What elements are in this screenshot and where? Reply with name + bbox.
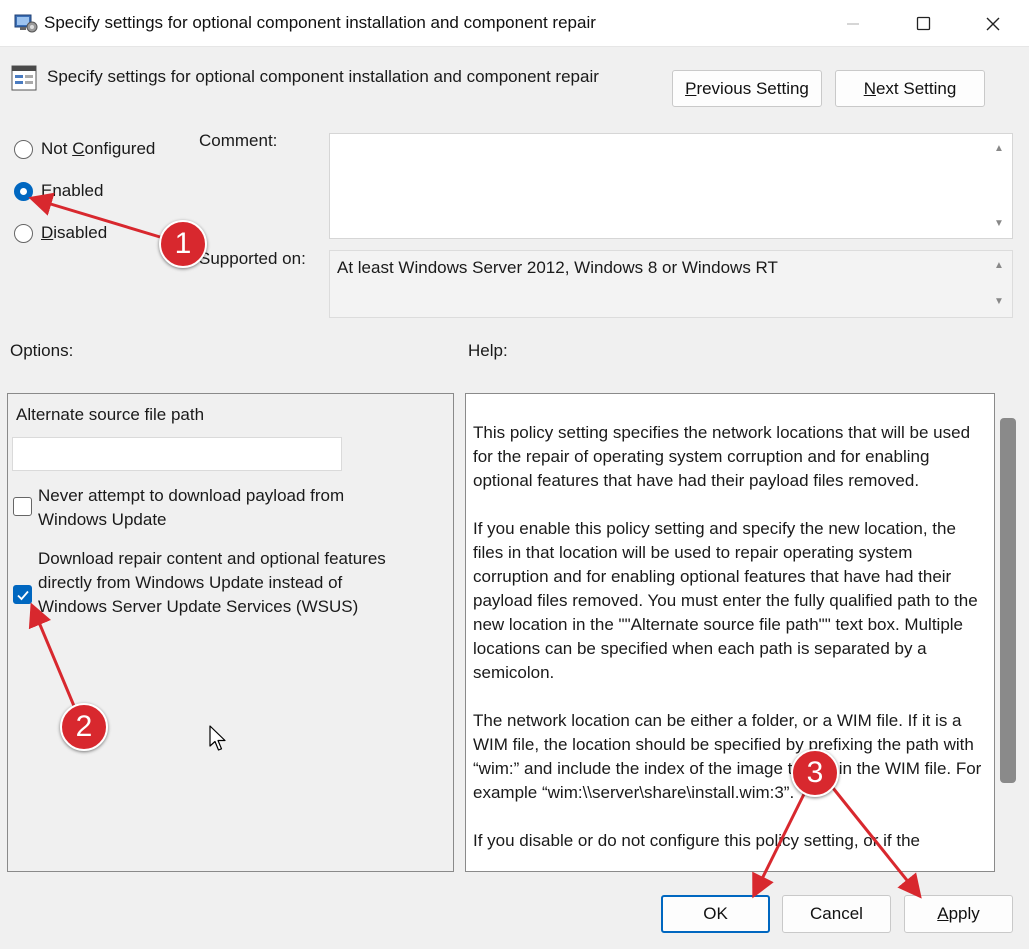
button-accelerator: P bbox=[685, 78, 697, 98]
supported-on-label: Supported on: bbox=[199, 249, 306, 268]
button-label: ext Setting bbox=[875, 78, 957, 98]
maximize-button[interactable] bbox=[888, 0, 958, 47]
radio-label: Disabled bbox=[41, 223, 108, 242]
minimize-icon bbox=[847, 22, 859, 25]
download-from-windows-update-label: Download repair content and optional fea… bbox=[38, 549, 386, 616]
previous-setting-button[interactable]: Previous Setting bbox=[672, 70, 822, 107]
options-label: Options: bbox=[10, 341, 74, 360]
help-scrollbar-thumb[interactable] bbox=[1000, 418, 1016, 783]
radio-circle[interactable] bbox=[14, 181, 33, 201]
radio-circle[interactable] bbox=[14, 223, 33, 243]
never-download-payload-label: Never attempt to download payload from W… bbox=[38, 486, 345, 529]
annotation-badge: 3 bbox=[791, 749, 839, 797]
radio-not-configured[interactable]: Not Configured bbox=[14, 139, 155, 159]
help-paragraph: If you enable this policy setting and sp… bbox=[473, 519, 978, 682]
checkmark-icon bbox=[16, 590, 29, 600]
close-icon bbox=[986, 17, 1000, 30]
alternate-source-path-label: Alternate source file path bbox=[16, 405, 205, 424]
supported-on-value: At least Windows Server 2012, Windows 8 … bbox=[337, 258, 778, 277]
help-paragraph: The network location can be either a fol… bbox=[473, 711, 982, 802]
radio-label: Not Configured bbox=[41, 139, 156, 158]
scroll-down-icon[interactable]: ▼ bbox=[992, 216, 1006, 230]
radio-label: Enabled bbox=[41, 181, 104, 200]
help-paragraph: This policy setting specifies the networ… bbox=[473, 423, 971, 490]
button-accelerator: A bbox=[937, 904, 949, 923]
close-button[interactable] bbox=[958, 0, 1028, 47]
comment-label: Comment: bbox=[199, 131, 278, 150]
maximize-icon bbox=[916, 16, 930, 31]
help-paragraph: If you disable or do not configure this … bbox=[473, 831, 920, 850]
minimize-button[interactable] bbox=[818, 0, 888, 47]
help-label: Help: bbox=[468, 341, 508, 360]
annotation-badge: 2 bbox=[60, 703, 108, 751]
mouse-cursor-icon bbox=[209, 725, 226, 751]
radio-disabled[interactable]: Disabled bbox=[14, 223, 107, 243]
radio-enabled[interactable]: Enabled bbox=[14, 181, 103, 201]
policy-title: Specify settings for optional component … bbox=[47, 67, 599, 86]
button-label: pply bbox=[948, 904, 980, 923]
button-accelerator: N bbox=[863, 78, 876, 98]
button-label: revious Setting bbox=[696, 78, 809, 98]
never-download-payload-checkbox[interactable] bbox=[13, 497, 32, 516]
scroll-down-icon[interactable]: ▼ bbox=[992, 294, 1006, 308]
scroll-up-icon[interactable]: ▲ bbox=[992, 141, 1006, 155]
annotation-badge: 1 bbox=[159, 220, 207, 268]
comment-textarea[interactable] bbox=[329, 133, 1013, 239]
cancel-button[interactable]: Cancel bbox=[782, 895, 891, 933]
apply-button[interactable]: Apply bbox=[904, 895, 1013, 933]
policy-setting-icon bbox=[11, 65, 37, 91]
radio-circle[interactable] bbox=[14, 139, 33, 159]
download-from-windows-update-checkbox[interactable] bbox=[13, 585, 32, 604]
alternate-source-path-input[interactable] bbox=[12, 437, 342, 471]
next-setting-button[interactable]: Next Setting bbox=[835, 70, 985, 107]
group-policy-app-icon bbox=[14, 14, 38, 33]
window-title: Specify settings for optional component … bbox=[44, 13, 596, 32]
scroll-up-icon[interactable]: ▲ bbox=[992, 258, 1006, 272]
help-text-viewport: This policy setting specifies the networ… bbox=[466, 394, 994, 871]
ok-button[interactable]: OK bbox=[661, 895, 770, 933]
